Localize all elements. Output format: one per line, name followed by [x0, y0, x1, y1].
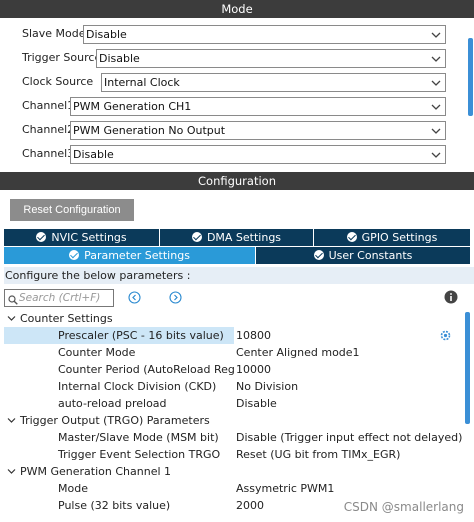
tab-parameter-label: Parameter Settings	[84, 249, 190, 262]
search-placeholder: Search (Crtl+F)	[19, 292, 101, 304]
tab-user-constants[interactable]: User Constants	[256, 247, 470, 264]
chevron-down-icon	[431, 152, 441, 158]
channel3-select[interactable]: Disable	[70, 145, 446, 164]
table-row[interactable]: Prescaler (PSC - 16 bits value) 10800	[4, 327, 464, 344]
configuration-header: Configuration	[0, 172, 474, 190]
clock-source-select[interactable]: Internal Clock	[101, 73, 446, 92]
trigger-source-label: Trigger Source	[22, 51, 102, 64]
check-circle-icon	[191, 232, 202, 242]
param-value[interactable]: Disable (Trigger input effect not delaye…	[236, 429, 462, 446]
param-name: Pulse (32 bits value)	[58, 499, 171, 512]
param-name: auto-reload preload	[58, 397, 167, 410]
chevron-down-icon	[7, 316, 16, 321]
check-circle-icon	[313, 250, 324, 260]
channel2-value: PWM Generation No Output	[73, 124, 226, 137]
chevron-down-icon	[431, 32, 441, 38]
group-name: Trigger Output (TRGO) Parameters	[20, 414, 210, 427]
slave-mode-select[interactable]: Disable	[83, 25, 446, 44]
tab-gpio-settings[interactable]: GPIO Settings	[314, 229, 470, 246]
search-icon	[8, 295, 18, 305]
chevron-down-icon	[431, 104, 441, 110]
param-value[interactable]: 10000	[236, 361, 271, 378]
table-row[interactable]: Trigger Event Selection TRGO Reset (UG b…	[4, 446, 464, 463]
param-value[interactable]: 2000	[236, 497, 264, 514]
table-row[interactable]: Internal Clock Division (CKD) No Divisio…	[4, 378, 464, 395]
slave-mode-label: Slave Mode	[22, 27, 86, 40]
tab-row-2: Parameter Settings User Constants	[4, 247, 470, 264]
check-circle-icon	[69, 250, 80, 260]
param-name: Master/Slave Mode (MSM bit)	[58, 431, 219, 444]
chevron-down-icon	[431, 128, 441, 134]
table-row[interactable]: Counter Period (AutoReload Regi... 10000	[4, 361, 464, 378]
clock-source-value: Internal Clock	[104, 76, 180, 89]
param-value[interactable]: 10800	[236, 327, 271, 344]
param-value[interactable]: Assymetric PWM1	[236, 480, 334, 497]
channel1-value: PWM Generation CH1	[73, 100, 192, 113]
tree-group-counter-settings[interactable]: Counter Settings	[4, 310, 464, 327]
table-row[interactable]: Master/Slave Mode (MSM bit) Disable (Tri…	[4, 429, 464, 446]
param-value[interactable]: Disable	[236, 395, 277, 412]
channel2-select[interactable]: PWM Generation No Output	[70, 121, 446, 140]
search-input[interactable]: Search (Crtl+F)	[4, 289, 114, 307]
param-value[interactable]: Center Aligned mode1	[236, 344, 360, 361]
tab-nvic-label: NVIC Settings	[51, 231, 127, 244]
mode-row-clock: Clock Source Internal Clock	[0, 71, 474, 93]
info-icon[interactable]	[444, 290, 458, 304]
tab-parameter-settings[interactable]: Parameter Settings	[4, 247, 255, 264]
previous-icon[interactable]	[128, 291, 141, 304]
search-toolbar: Search (Crtl+F)	[4, 288, 470, 308]
mode-row-slave: Slave Mode Disable	[0, 23, 474, 45]
param-name: Mode	[58, 482, 88, 495]
group-name: PWM Generation Channel 1	[20, 465, 172, 478]
gear-icon[interactable]	[440, 330, 451, 341]
param-name: Internal Clock Division (CKD)	[58, 380, 217, 393]
group-name: Counter Settings	[20, 312, 113, 325]
table-row[interactable]: Counter Mode Center Aligned mode1	[4, 344, 464, 361]
mode-row-channel1: Channel1 PWM Generation CH1	[0, 95, 474, 117]
tree-group-pwm-channel1[interactable]: PWM Generation Channel 1	[4, 463, 464, 480]
channel2-label: Channel2	[22, 123, 75, 136]
param-value[interactable]: No Division	[236, 378, 298, 395]
mode-row-channel2: Channel2 PWM Generation No Output	[0, 119, 474, 141]
param-name: Counter Period (AutoReload Regi...	[58, 363, 234, 376]
reset-configuration-button[interactable]: Reset Configuration	[10, 199, 134, 221]
mode-row-trigger: Trigger Source Disable	[0, 47, 474, 69]
chevron-down-icon	[7, 418, 16, 423]
tab-user-constants-label: User Constants	[328, 249, 413, 262]
channel3-label: Channel3	[22, 147, 75, 160]
clock-source-label: Clock Source	[22, 75, 94, 88]
tab-gpio-label: GPIO Settings	[361, 231, 438, 244]
chevron-down-icon	[431, 56, 441, 62]
trigger-source-value: Disable	[99, 52, 140, 65]
chevron-down-icon	[431, 80, 441, 86]
tab-nvic-settings[interactable]: NVIC Settings	[4, 229, 159, 246]
tab-dma-label: DMA Settings	[206, 231, 282, 244]
parameters-caption: Configure the below parameters :	[4, 267, 474, 284]
next-icon[interactable]	[169, 291, 182, 304]
tab-row-1: NVIC Settings DMA Settings GPIO Settings	[4, 229, 470, 246]
tab-dma-settings[interactable]: DMA Settings	[160, 229, 313, 246]
table-row[interactable]: Mode Assymetric PWM1	[4, 480, 464, 497]
mode-scrollbar[interactable]	[468, 38, 473, 116]
param-value[interactable]: Reset (UG bit from TIMx_EGR)	[236, 446, 400, 463]
mode-panel: Slave Mode Disable Trigger Source Disabl…	[0, 18, 474, 172]
mode-header: Mode	[0, 0, 474, 18]
channel3-value: Disable	[73, 148, 114, 161]
check-circle-icon	[346, 232, 357, 242]
channel1-label: Channel1	[22, 99, 75, 112]
param-name: Trigger Event Selection TRGO	[58, 448, 221, 461]
slave-mode-value: Disable	[86, 28, 127, 41]
param-name: Counter Mode	[58, 346, 136, 359]
mode-row-channel3: Channel3 Disable	[0, 143, 474, 165]
param-name: Prescaler (PSC - 16 bits value)	[4, 327, 234, 344]
check-circle-icon	[36, 232, 47, 242]
tree-scrollbar[interactable]	[465, 312, 470, 424]
watermark: CSDN @smallerlang	[343, 500, 464, 514]
chevron-down-icon	[7, 469, 16, 474]
table-row[interactable]: auto-reload preload Disable	[4, 395, 464, 412]
tree-group-trigger-output[interactable]: Trigger Output (TRGO) Parameters	[4, 412, 464, 429]
channel1-select[interactable]: PWM Generation CH1	[70, 97, 446, 116]
trigger-source-select[interactable]: Disable	[96, 49, 446, 68]
